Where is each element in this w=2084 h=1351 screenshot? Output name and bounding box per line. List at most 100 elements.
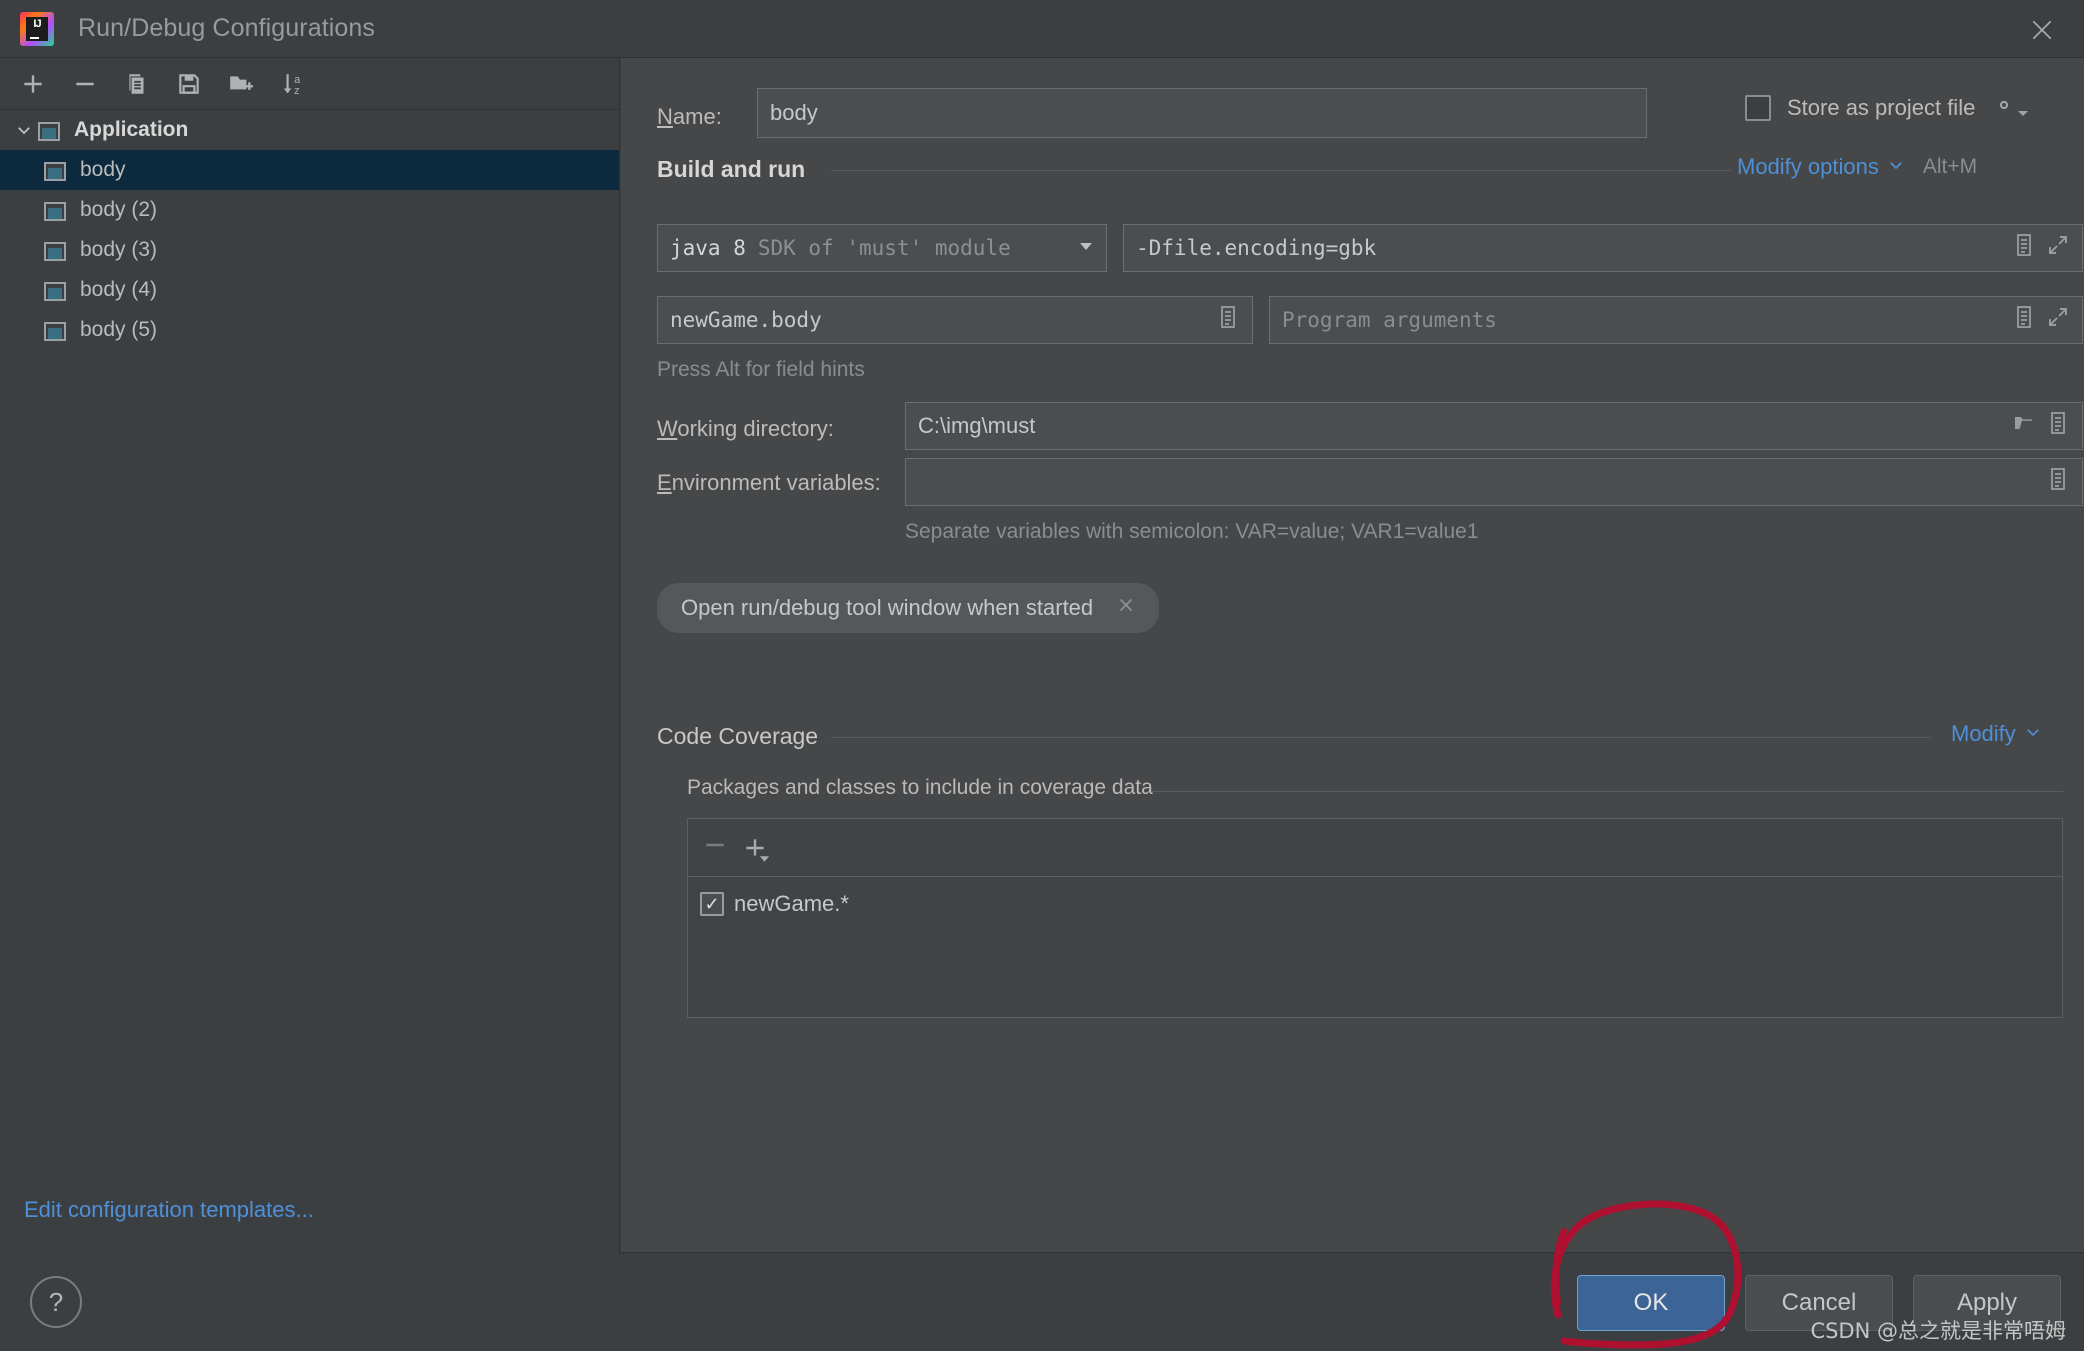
macros-icon[interactable] [1216,304,1240,336]
coverage-remove-button[interactable] [702,832,728,863]
sidebar-item-body-2[interactable]: body (2) [0,190,619,230]
name-label-mnemonic: N [657,104,673,129]
name-input-value: body [770,100,818,125]
environment-variables-hint: Separate variables with semicolon: VAR=v… [905,520,1479,543]
remove-configuration-button[interactable] [62,64,108,104]
store-as-project-file-checkbox[interactable] [1745,94,1771,121]
ok-button[interactable]: OK [1577,1275,1725,1331]
close-icon[interactable] [1115,594,1137,623]
chevron-down-icon[interactable] [1078,239,1094,257]
environment-variables-input[interactable] [905,458,2083,506]
intellij-logo-glyph: IJ [26,16,48,41]
field-hint-text: Press Alt for field hints [657,358,865,381]
configuration-editor-panel: Name: body Store as project file Build a… [621,58,2084,1253]
macros-icon[interactable] [2046,410,2070,442]
browse-folder-icon[interactable] [2012,410,2036,442]
coverage-modify-row[interactable]: Modify [1951,721,2042,747]
question-mark-icon[interactable]: ? [30,1276,82,1328]
sidebar-item-body[interactable]: body [0,150,619,190]
coverage-list-box: ✓ newGame.* [687,818,2063,1018]
move-into-folder-button[interactable] [218,64,264,104]
copy-configuration-button[interactable] [114,64,160,104]
store-as-project-file-row[interactable]: Store as project file [1745,92,2030,123]
watermark-text: CSDN @总之就是非常唔姆 [1810,1319,2066,1343]
run-debug-configurations-dialog: IJ Run/Debug Configurations a z Applicat… [0,0,2084,1351]
modify-options-shortcut: Alt+M [1922,155,1978,178]
working-directory-rest: orking directory: [677,416,834,441]
sort-configurations-button[interactable]: a z [270,64,316,104]
vm-options-input[interactable]: -Dfile.encoding=gbk [1123,224,2083,272]
sidebar-item-body-3[interactable]: body (3) [0,230,619,270]
gear-icon[interactable] [1991,92,2029,123]
program-arguments-placeholder: Program arguments [1282,308,1497,332]
name-input[interactable]: body [757,88,1647,138]
application-config-icon [44,239,72,261]
modify-options-link[interactable]: Modify options [1737,154,1879,180]
tree-group-application[interactable]: Application [0,110,619,150]
expand-icon[interactable] [2046,232,2070,264]
list-item-label: body (3) [80,238,158,261]
store-as-project-file-label: Store as project file [1787,94,1976,120]
jre-select[interactable]: java 8 SDK of 'must' module [657,224,1107,272]
modify-options-row[interactable]: Modify options Alt+M [1737,154,1977,180]
list-item-label: body [80,158,126,181]
application-config-icon [44,319,72,341]
main-class-value: newGame.body [670,308,822,332]
add-configuration-button[interactable] [10,64,56,104]
working-directory-label: Working directory: [657,416,834,442]
working-directory-value: C:\img\must [918,413,1036,438]
environment-variables-rest: nvironment variables: [671,470,881,495]
code-coverage-title-text: Code Coverage [657,723,819,749]
list-item-label: body (4) [80,278,158,301]
name-label-rest: ame: [672,104,722,129]
name-label: Name: [657,104,722,130]
coverage-packages-title: Packages and classes to include in cover… [687,776,1153,800]
working-directory-input[interactable]: C:\img\must [905,402,2083,450]
chevron-down-icon[interactable] [1887,156,1905,179]
sidebar-item-body-4[interactable]: body (4) [0,270,619,310]
chevron-down-icon[interactable] [2024,723,2042,746]
working-directory-mnemonic: W [657,416,678,441]
macros-icon[interactable] [2012,232,2036,264]
expand-icon[interactable] [2046,304,2070,336]
coverage-item-label: newGame.* [734,891,849,916]
window-title: Run/Debug Configurations [78,14,376,42]
program-arguments-input[interactable]: Program arguments [1269,296,2083,344]
environment-variables-mnemonic: E [657,470,672,495]
tree-group-label: Application [74,118,189,141]
application-config-icon [44,279,72,301]
coverage-packages-divider [1151,791,2063,792]
edit-configuration-templates-link[interactable]: Edit configuration templates... [24,1197,314,1223]
environment-variables-label: Environment variables: [657,470,881,496]
macros-icon[interactable] [2012,304,2036,336]
code-coverage-divider [831,737,1931,738]
option-chip-label: Open run/debug tool window when started [681,595,1094,620]
jre-select-value: java 8 [670,236,746,260]
svg-text:z: z [294,84,299,96]
close-icon[interactable] [2022,10,2062,50]
macros-icon[interactable] [2046,466,2070,498]
configurations-tree: Application body body (2) body (3) body … [0,110,619,350]
chevron-down-icon[interactable] [10,121,38,139]
coverage-packages-title-text: Packages and classes to include in cover… [687,776,1153,799]
list-item-label: body (2) [80,198,158,221]
build-and-run-title-text: Build and run [657,156,806,182]
build-and-run-divider [831,170,1731,171]
coverage-add-button[interactable] [742,835,770,862]
configurations-sidebar: a z Application body body (2) body (3) b… [0,58,620,1253]
intellij-logo-icon: IJ [20,11,54,46]
main-class-input[interactable]: newGame.body [657,296,1253,344]
jre-select-hint: SDK of 'must' module [757,236,1011,260]
application-config-icon [44,159,72,181]
list-item-label: body (5) [80,318,158,341]
save-configuration-button[interactable] [166,64,212,104]
sidebar-item-body-5[interactable]: body (5) [0,310,619,350]
coverage-modify-link[interactable]: Modify [1951,721,2016,747]
build-and-run-title: Build and run [657,156,805,183]
code-coverage-title: Code Coverage [657,723,818,750]
option-chip-open-tool-window[interactable]: Open run/debug tool window when started [657,583,1160,633]
coverage-item-checkbox[interactable]: ✓ [700,892,724,916]
dialog-bottom-bar: ? OK Cancel Apply [0,1253,2084,1351]
vm-options-value: -Dfile.encoding=gbk [1136,236,1377,260]
coverage-list-item[interactable]: ✓ newGame.* [688,877,2062,917]
